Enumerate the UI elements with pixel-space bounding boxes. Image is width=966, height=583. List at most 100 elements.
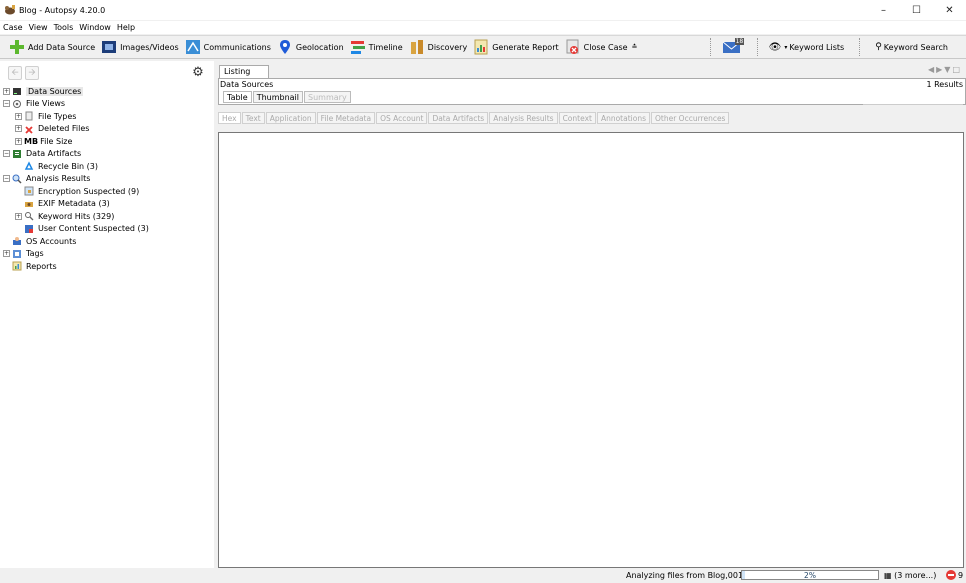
close-case-label: Close Case xyxy=(583,42,628,52)
menu-help[interactable]: Help xyxy=(114,23,138,32)
toolbar-separator xyxy=(756,38,758,56)
collapse-icon[interactable]: − xyxy=(3,175,10,183)
expand-icon[interactable]: + xyxy=(3,87,10,95)
maximize-button[interactable]: ☐ xyxy=(900,0,933,20)
film-icon xyxy=(101,39,117,55)
tab-other-occurrences[interactable]: Other Occurrences xyxy=(651,112,730,124)
tree-item-os-accounts[interactable]: OS Accounts xyxy=(3,235,213,248)
add-data-source-button[interactable]: Add Data Source xyxy=(6,36,98,58)
tree-item-deleted-files[interactable]: + Deleted Files xyxy=(3,123,213,136)
tree-item-file-types[interactable]: + File Types xyxy=(3,110,213,123)
inbox-button[interactable]: 18 xyxy=(719,36,747,58)
expand-icon[interactable]: + xyxy=(15,137,22,145)
tab-hex[interactable]: Hex xyxy=(218,112,241,124)
geolocation-button[interactable]: Geolocation xyxy=(274,36,347,58)
collapse-icon[interactable]: − xyxy=(3,100,10,108)
images-videos-button[interactable]: Images/Videos xyxy=(98,36,182,58)
tab-data-artifacts[interactable]: Data Artifacts xyxy=(428,112,489,124)
inbox-badge: 18 xyxy=(734,38,745,45)
plus-icon xyxy=(9,39,25,55)
collapse-icon[interactable]: − xyxy=(3,150,10,158)
tab-controls[interactable]: ◀▶▼□ xyxy=(928,65,962,74)
toolbar-separator xyxy=(859,38,861,56)
communications-label: Communications xyxy=(203,42,271,52)
tree-item-label: OS Accounts xyxy=(26,236,77,246)
gear-icon[interactable]: ⚙ xyxy=(191,66,205,80)
progress-label: 2% xyxy=(804,571,816,580)
data-artifacts-icon xyxy=(12,149,22,159)
tab-file-metadata[interactable]: File Metadata xyxy=(316,112,376,124)
keyword-search-button[interactable]: ⚲ Keyword Search xyxy=(872,36,951,58)
tab-analysis-results[interactable]: Analysis Results xyxy=(489,112,558,124)
tree-item-encryption-suspected[interactable]: Encryption Suspected (9) xyxy=(3,185,213,198)
chevron-down-icon: ≛ xyxy=(631,43,638,51)
generate-report-button[interactable]: Generate Report xyxy=(470,36,561,58)
tab-table[interactable]: Table xyxy=(223,91,252,103)
tree-item-label: File Types xyxy=(38,111,77,121)
minimize-button[interactable]: – xyxy=(867,0,900,20)
status-bar: Analyzing files from Blog,001 2% ▦ (3 mo… xyxy=(0,568,966,583)
magnifier-icon xyxy=(12,174,22,184)
menu-case[interactable]: Case xyxy=(0,23,26,32)
tab-text[interactable]: Text xyxy=(241,112,265,124)
tree-item-tags[interactable]: + Tags xyxy=(3,248,213,261)
close-case-button[interactable]: Close Case ≛ xyxy=(562,36,641,58)
tree-item-keyword-hits[interactable]: + Keyword Hits (329) xyxy=(3,210,213,223)
tab-thumbnail[interactable]: Thumbnail xyxy=(252,91,304,103)
expand-icon[interactable]: + xyxy=(15,212,22,220)
tree-item-analysis-results[interactable]: − Analysis Results xyxy=(3,173,213,186)
dropdown-arrow-icon: ▾ xyxy=(784,43,788,51)
keyword-lists-button[interactable]: 👁 ▾ Keyword Lists xyxy=(766,36,848,58)
tab-annotations[interactable]: Annotations xyxy=(596,112,650,124)
file-types-icon xyxy=(24,111,34,121)
tab-summary[interactable]: Summary xyxy=(304,91,351,103)
tab-application[interactable]: Application xyxy=(265,112,316,124)
tab-os-account[interactable]: OS Account xyxy=(376,112,428,124)
menu-window[interactable]: Window xyxy=(76,23,114,32)
tree-item-label: Tags xyxy=(26,249,44,259)
discovery-icon xyxy=(409,39,425,55)
map-pin-icon xyxy=(277,39,293,55)
horizontal-divider xyxy=(863,104,963,105)
communications-button[interactable]: Communications xyxy=(182,36,274,58)
close-window-button[interactable]: ✕ xyxy=(933,0,966,20)
tree-item-label: Analysis Results xyxy=(26,174,91,184)
toolbar-separator xyxy=(709,38,711,56)
ingest-progress-bar[interactable]: 2% xyxy=(741,570,879,580)
tab-listing[interactable]: Listing xyxy=(219,65,269,78)
autopsy-logo-icon xyxy=(4,4,16,16)
generate-report-label: Generate Report xyxy=(492,42,559,52)
tree-item-data-artifacts[interactable]: − Data Artifacts xyxy=(3,148,213,161)
back-button[interactable]: 🡨 xyxy=(8,66,22,80)
content-viewer-area[interactable] xyxy=(218,132,964,568)
tree-item-data-sources[interactable]: + Data Sources xyxy=(3,85,213,98)
recycle-icon xyxy=(24,161,34,171)
tree-item-exif-metadata[interactable]: EXIF Metadata (3) xyxy=(3,198,213,211)
error-icon[interactable] xyxy=(946,570,956,580)
discovery-button[interactable]: Discovery xyxy=(406,36,471,58)
expand-icon[interactable]: + xyxy=(3,250,10,258)
more-tasks-label: (3 more...) xyxy=(894,571,937,580)
menu-view[interactable]: View xyxy=(26,23,51,32)
tab-context[interactable]: Context xyxy=(558,112,596,124)
more-tasks-link[interactable]: ▦ (3 more...) xyxy=(884,571,936,580)
mail-icon: 18 xyxy=(722,38,745,54)
tree-item-file-views[interactable]: − File Views xyxy=(3,98,213,111)
timeline-button[interactable]: Timeline xyxy=(347,36,406,58)
menu-tools[interactable]: Tools xyxy=(51,23,77,32)
keyword-lists-label: Keyword Lists xyxy=(789,42,845,52)
forward-button[interactable]: 🡪 xyxy=(25,66,39,80)
images-videos-label: Images/Videos xyxy=(120,42,179,52)
tree-item-label: Keyword Hits (329) xyxy=(38,211,115,221)
tree-item-label: Deleted Files xyxy=(38,124,90,134)
expand-icon[interactable]: + xyxy=(15,112,22,120)
tree-item-label: User Content Suspected (3) xyxy=(38,224,149,234)
tree-item-file-size[interactable]: + MB File Size xyxy=(3,135,213,148)
expand-icon[interactable]: + xyxy=(15,125,22,133)
tree-item-reports[interactable]: Reports xyxy=(3,260,213,273)
listing-header: Data Sources 1 Results Table Thumbnail S… xyxy=(218,78,966,105)
tree-item-recycle-bin[interactable]: Recycle Bin (3) xyxy=(3,160,213,173)
tree-item-user-content-suspected[interactable]: User Content Suspected (3) xyxy=(3,223,213,236)
tree-item-label: Encryption Suspected (9) xyxy=(38,186,140,196)
geolocation-label: Geolocation xyxy=(295,42,344,52)
